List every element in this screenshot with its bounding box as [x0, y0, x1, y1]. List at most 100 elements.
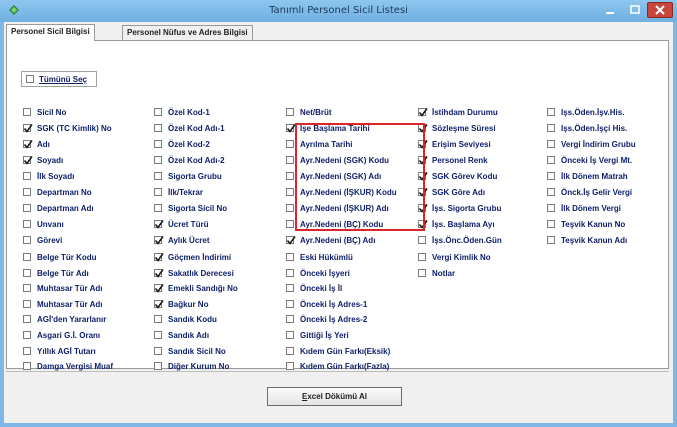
- checkbox-unchecked[interactable]: [547, 188, 555, 196]
- checkbox-unchecked[interactable]: [23, 204, 31, 212]
- option-label: Vergi İndirim Grubu: [561, 140, 636, 149]
- option-label: Işs.Öden.İşçi His.: [561, 124, 628, 133]
- checkbox-unchecked[interactable]: [418, 236, 426, 244]
- title-bar[interactable]: Tanımlı Personel Sicil Listesi: [0, 0, 677, 22]
- checkbox-unchecked[interactable]: [286, 204, 294, 212]
- checkbox-unchecked[interactable]: [547, 108, 555, 116]
- option-label: Önceki İşyeri: [300, 269, 350, 278]
- close-button[interactable]: [647, 2, 673, 18]
- checkbox-checked[interactable]: [286, 124, 296, 133]
- checkbox-checked[interactable]: [418, 140, 428, 149]
- checkbox-unchecked[interactable]: [286, 253, 294, 261]
- checkbox-unchecked[interactable]: [154, 140, 162, 148]
- checkbox-unchecked[interactable]: [23, 362, 31, 370]
- checkbox-checked[interactable]: [154, 253, 164, 262]
- checkbox-checked[interactable]: [418, 108, 428, 117]
- checkbox-unchecked[interactable]: [286, 188, 294, 196]
- checkbox-checked[interactable]: [418, 188, 428, 197]
- option-label: Sandık Sicil No: [168, 347, 226, 356]
- option-label: Önceki İş İl: [300, 284, 343, 293]
- option-label: Özel Kod-1: [168, 108, 210, 117]
- option-label: SGK Göre Adı: [432, 188, 486, 197]
- option-label: Yıllık AGİ Tutarı: [37, 347, 96, 356]
- option-label: Sakatlık Derecesi: [168, 269, 234, 278]
- checkbox-unchecked[interactable]: [154, 204, 162, 212]
- checkbox-unchecked[interactable]: [154, 188, 162, 196]
- checkbox-checked[interactable]: [418, 220, 428, 229]
- checkbox-unchecked[interactable]: [23, 269, 31, 277]
- checkbox-checked[interactable]: [286, 236, 296, 245]
- checkbox-unchecked[interactable]: [286, 331, 294, 339]
- checkbox-unchecked[interactable]: [286, 300, 294, 308]
- tab-personel-sicil-bilgisi[interactable]: Personel Sicil Bilgisi: [6, 24, 95, 41]
- option-label: Soyadı: [37, 156, 64, 165]
- checkbox-checked[interactable]: [23, 124, 33, 133]
- checkbox-unchecked[interactable]: [286, 220, 294, 228]
- checkbox-unchecked[interactable]: [23, 284, 31, 292]
- option-label: İşs. Başlama Ayı: [432, 220, 495, 229]
- checkbox-checked[interactable]: [23, 156, 33, 165]
- checkbox-unchecked[interactable]: [154, 156, 162, 164]
- checkbox-unchecked[interactable]: [23, 315, 31, 323]
- checkbox-unchecked[interactable]: [547, 140, 555, 148]
- tab-personel-nufus-adres[interactable]: Personel Nüfus ve Adres Bilgisi: [122, 25, 253, 40]
- checkbox-checked[interactable]: [154, 300, 164, 309]
- checkbox-unchecked[interactable]: [286, 172, 294, 180]
- checkbox-unchecked[interactable]: [23, 236, 31, 244]
- checkbox-unchecked[interactable]: [23, 188, 31, 196]
- checkbox-unchecked[interactable]: [23, 253, 31, 261]
- checkbox-unchecked[interactable]: [547, 124, 555, 132]
- checkbox-unchecked[interactable]: [154, 315, 162, 323]
- checkbox-unchecked[interactable]: [154, 347, 162, 355]
- checkbox-unchecked[interactable]: [154, 124, 162, 132]
- checkbox-unchecked[interactable]: [286, 284, 294, 292]
- excel-export-button[interactable]: Excel Dökümü Al: [267, 387, 402, 406]
- checkbox-checked[interactable]: [418, 124, 428, 133]
- checkbox-unchecked[interactable]: [154, 108, 162, 116]
- checkbox-unchecked[interactable]: [23, 347, 31, 355]
- checkbox-checked[interactable]: [154, 220, 164, 229]
- checkbox-checked[interactable]: [154, 284, 164, 293]
- checkbox-unchecked[interactable]: [286, 315, 294, 323]
- checkbox-unchecked[interactable]: [154, 172, 162, 180]
- checkbox-unchecked[interactable]: [547, 236, 555, 244]
- checkbox-unchecked[interactable]: [286, 347, 294, 355]
- option-label: Ayr.Nedeni (SGK) Kodu: [300, 156, 390, 165]
- checkbox-unchecked[interactable]: [547, 172, 555, 180]
- checkbox-unchecked[interactable]: [286, 108, 294, 116]
- checkbox-unchecked[interactable]: [418, 269, 426, 277]
- checkbox-unchecked[interactable]: [286, 140, 294, 148]
- select-all-checkbox[interactable]: Tümünü Seç: [22, 72, 96, 84]
- option-label: Bağkur No: [168, 300, 209, 309]
- checkbox-unchecked[interactable]: [154, 331, 162, 339]
- checkbox-unchecked[interactable]: [286, 362, 294, 370]
- checkbox-unchecked[interactable]: [547, 204, 555, 212]
- checkbox-unchecked[interactable]: [23, 331, 31, 339]
- option-label: Vergi Kimlik No: [432, 253, 491, 262]
- checkbox-unchecked[interactable]: [418, 253, 426, 261]
- checkbox-box[interactable]: [26, 75, 34, 83]
- checkbox-unchecked[interactable]: [23, 172, 31, 180]
- checkbox-unchecked[interactable]: [23, 300, 31, 308]
- excel-label: xcel Dökümü Al: [307, 392, 368, 401]
- checkbox-unchecked[interactable]: [286, 156, 294, 164]
- option-label: Personel Renk: [432, 156, 488, 165]
- option-label: Departman No: [37, 188, 92, 197]
- checkbox-checked[interactable]: [418, 204, 428, 213]
- option-label: Muhtasar Tür Adı: [37, 300, 103, 309]
- checkbox-checked[interactable]: [154, 236, 164, 245]
- checkbox-checked[interactable]: [418, 172, 428, 181]
- checkbox-unchecked[interactable]: [23, 108, 31, 116]
- checkbox-unchecked[interactable]: [547, 220, 555, 228]
- option-label: Önceki İş Vergi Mt.: [561, 156, 633, 165]
- checkbox-unchecked[interactable]: [547, 156, 555, 164]
- checkbox-unchecked[interactable]: [154, 362, 162, 370]
- checkbox-checked[interactable]: [154, 269, 164, 278]
- minimize-button[interactable]: [597, 2, 623, 18]
- checkbox-unchecked[interactable]: [286, 269, 294, 277]
- checkbox-unchecked[interactable]: [23, 220, 31, 228]
- checkbox-checked[interactable]: [23, 140, 33, 149]
- maximize-button[interactable]: [623, 2, 647, 18]
- checkbox-checked[interactable]: [418, 156, 428, 165]
- options-panel: Tümünü Seç Sicil No SGK (TC Kimlik) No Adı…: [6, 40, 669, 387]
